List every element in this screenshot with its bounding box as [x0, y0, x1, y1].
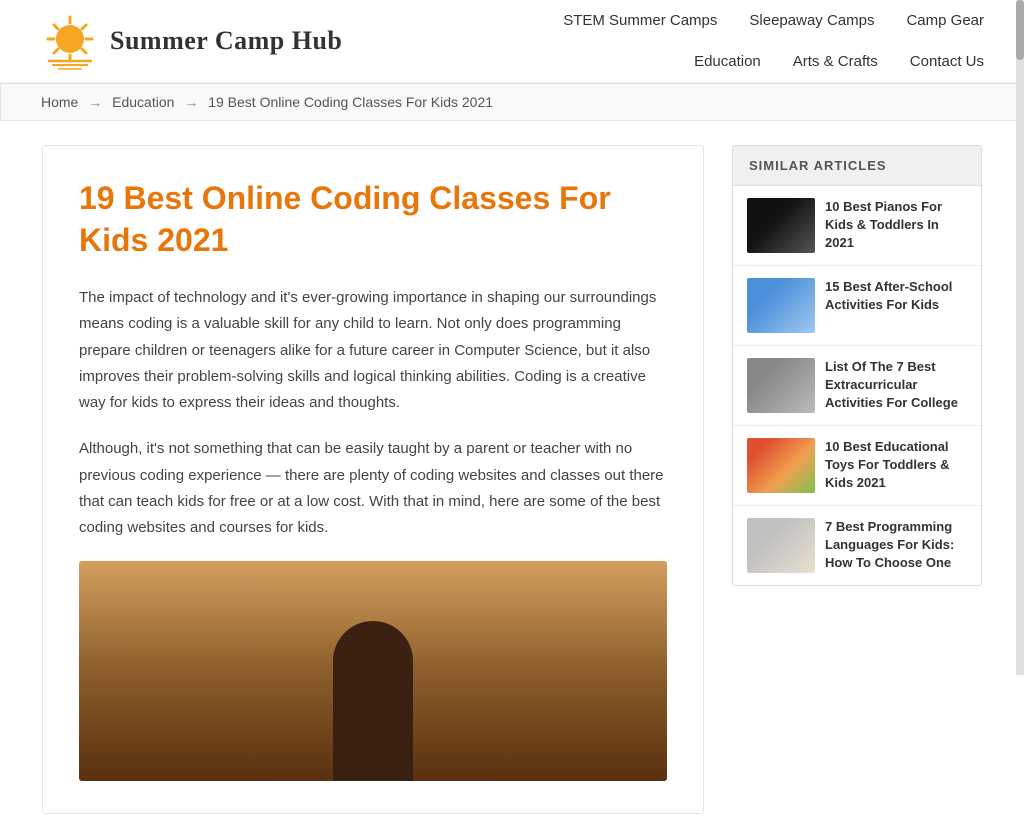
article-paragraph-1: The impact of technology and it's ever-g…: [79, 285, 667, 416]
figure-silhouette: [333, 621, 413, 781]
main-container: 19 Best Online Coding Classes For Kids 2…: [22, 145, 1002, 814]
similar-title-afterschool: 15 Best After-School Activities For Kids: [825, 278, 967, 314]
article-image-inner: [79, 561, 667, 781]
similar-title-extracurricular: List Of The 7 Best Extracurricular Activ…: [825, 358, 967, 413]
nav-stem[interactable]: STEM Summer Camps: [563, 12, 717, 29]
article-body: The impact of technology and it's ever-g…: [79, 285, 667, 541]
similar-title-programming: 7 Best Programming Languages For Kids: H…: [825, 518, 967, 573]
crafts-thumbnail: [747, 278, 815, 333]
breadcrumb-home[interactable]: Home: [41, 94, 78, 110]
similar-item-extracurricular[interactable]: List Of The 7 Best Extracurricular Activ…: [733, 346, 981, 426]
similar-thumb-afterschool: [747, 278, 815, 333]
breadcrumb-arrow-1: →: [88, 94, 102, 110]
nav-gear[interactable]: Camp Gear: [906, 12, 984, 29]
toys-thumbnail: [747, 438, 815, 493]
similar-title-pianos: 10 Best Pianos For Kids & Toddlers In 20…: [825, 198, 967, 253]
similar-articles-box: SIMILAR ARTICLES 10 Best Pianos For Kids…: [732, 145, 982, 586]
breadcrumb: Home → Education → 19 Best Online Coding…: [0, 83, 1024, 121]
similar-thumb-pianos: [747, 198, 815, 253]
similar-item-afterschool[interactable]: 15 Best After-School Activities For Kids: [733, 266, 981, 346]
article-paragraph-2: Although, it's not something that can be…: [79, 436, 667, 541]
similar-item-toys[interactable]: 10 Best Educational Toys For Toddlers & …: [733, 426, 981, 506]
activities-thumbnail: [747, 358, 815, 413]
site-header: Summer Camp Hub STEM Summer Camps Sleepa…: [0, 0, 1024, 83]
article-title: 19 Best Online Coding Classes For Kids 2…: [79, 178, 667, 261]
navigation: STEM Summer Camps Sleepaway Camps Camp G…: [563, 0, 984, 82]
nav-sleepaway[interactable]: Sleepaway Camps: [749, 12, 874, 29]
breadcrumb-education[interactable]: Education: [112, 94, 174, 110]
similar-thumb-extracurricular: [747, 358, 815, 413]
similar-title-toys: 10 Best Educational Toys For Toddlers & …: [825, 438, 967, 493]
breadcrumb-arrow-2: →: [184, 94, 198, 110]
logo-area[interactable]: Summer Camp Hub: [40, 3, 342, 79]
nav-education[interactable]: Education: [694, 53, 761, 70]
sidebar: SIMILAR ARTICLES 10 Best Pianos For Kids…: [732, 145, 982, 814]
article-image: [79, 561, 667, 781]
breadcrumb-current: 19 Best Online Coding Classes For Kids 2…: [208, 94, 493, 110]
scrollbar[interactable]: [1016, 0, 1024, 675]
piano-thumbnail: [747, 198, 815, 253]
similar-item-programming[interactable]: 7 Best Programming Languages For Kids: H…: [733, 506, 981, 585]
nav-row-1: STEM Summer Camps Sleepaway Camps Camp G…: [563, 0, 984, 41]
nav-contact[interactable]: Contact Us: [910, 53, 984, 70]
similar-thumb-toys: [747, 438, 815, 493]
nav-arts[interactable]: Arts & Crafts: [793, 53, 878, 70]
article: 19 Best Online Coding Classes For Kids 2…: [42, 145, 704, 814]
programming-thumbnail: [747, 518, 815, 573]
similar-thumb-programming: [747, 518, 815, 573]
site-name: Summer Camp Hub: [110, 26, 342, 56]
logo-icon: [40, 11, 100, 71]
similar-articles-header: SIMILAR ARTICLES: [733, 146, 981, 186]
similar-item-pianos[interactable]: 10 Best Pianos For Kids & Toddlers In 20…: [733, 186, 981, 266]
nav-row-2: Education Arts & Crafts Contact Us: [694, 41, 984, 82]
scrollbar-thumb[interactable]: [1016, 0, 1024, 60]
